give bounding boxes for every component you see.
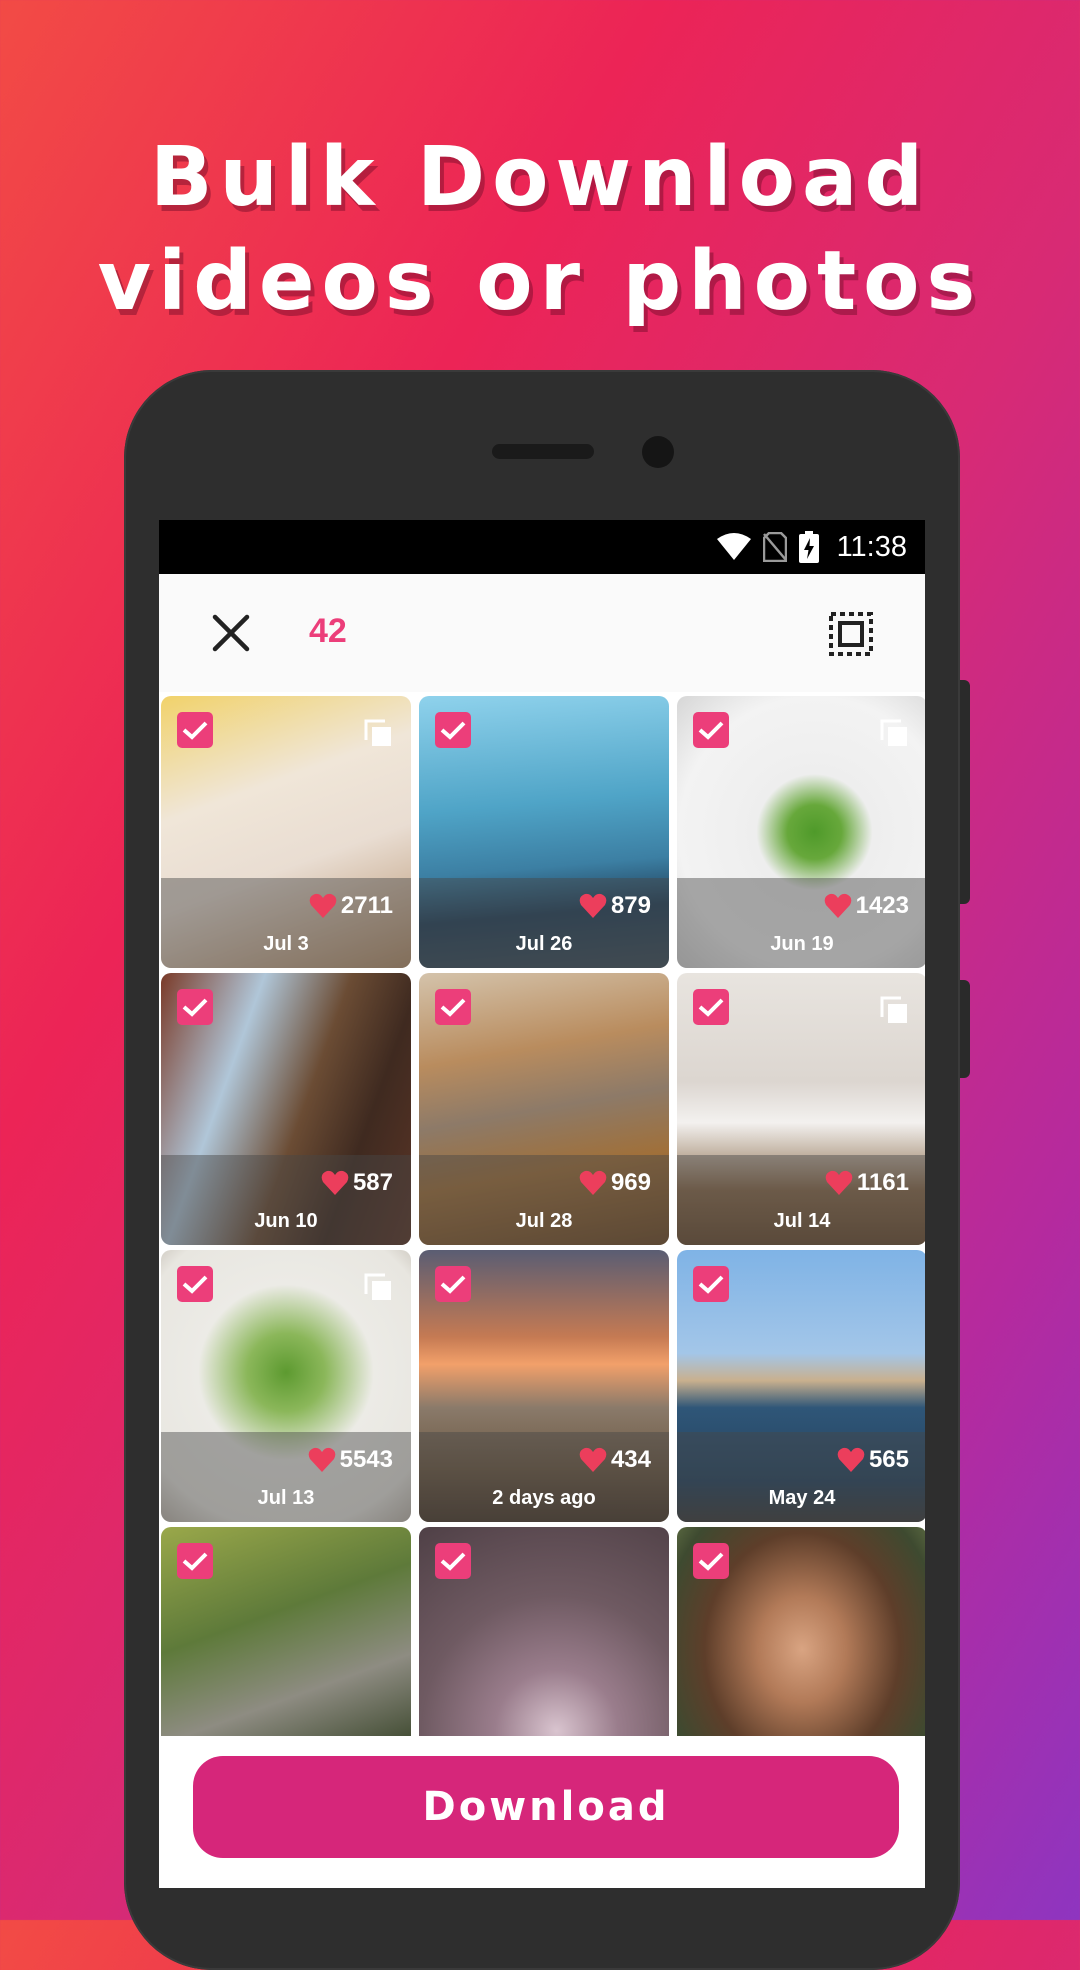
tile-date: 2 days ago (492, 1487, 596, 1509)
tile-likes: 1161 (825, 1169, 909, 1197)
media-grid: 2711 Jul 3 879 Jul 26 1423 Jun 19 587 Ju… (159, 692, 925, 1888)
close-icon[interactable] (209, 611, 253, 655)
multiple-media-icon (364, 1273, 391, 1300)
tile-likes-count: 1423 (855, 892, 909, 919)
tile-likes-count: 879 (610, 892, 651, 919)
selected-checkbox[interactable] (693, 1266, 729, 1302)
status-bar: 11:38 (159, 520, 925, 574)
headline-line-1: Bulk Download (149, 130, 931, 225)
phone-speaker (492, 444, 594, 459)
tile-likes-count: 5543 (339, 1446, 393, 1473)
check-icon (698, 998, 724, 1017)
selected-checkbox[interactable] (435, 712, 471, 748)
heart-icon (824, 893, 851, 918)
tile-date: Jun 10 (254, 1210, 318, 1232)
promo-headline: Bulk Download videos or photos (0, 126, 1080, 334)
selected-checkbox[interactable] (693, 989, 729, 1025)
heart-icon (579, 1170, 607, 1195)
media-tile[interactable]: 2711 Jul 3 (161, 696, 411, 968)
heart-icon (309, 893, 337, 918)
tile-date: Jul 3 (263, 933, 309, 955)
tile-date: Jul 14 (773, 1210, 831, 1232)
selected-checkbox[interactable] (693, 712, 729, 748)
select-all-icon[interactable] (827, 610, 875, 658)
media-tile[interactable]: 1423 Jun 19 (677, 696, 925, 968)
check-icon (698, 1552, 724, 1571)
selected-checkbox[interactable] (177, 1266, 213, 1302)
selected-checkbox[interactable] (177, 989, 213, 1025)
tile-likes: 565 (837, 1446, 909, 1474)
heart-icon (579, 1447, 607, 1472)
tile-likes: 5543 (308, 1446, 393, 1474)
check-icon (182, 721, 208, 740)
check-icon (440, 1275, 466, 1294)
tile-date: May 24 (768, 1487, 836, 1509)
headline-line-2: videos or photos (97, 234, 983, 329)
media-tile[interactable]: 969 Jul 28 (419, 973, 669, 1245)
multiple-media-icon (880, 996, 907, 1023)
check-icon (440, 998, 466, 1017)
tile-likes: 969 (579, 1169, 651, 1197)
status-time: 11:38 (836, 530, 907, 563)
media-tile[interactable]: 1161 Jul 14 (677, 973, 925, 1245)
heart-icon (308, 1447, 335, 1472)
tile-likes: 587 (321, 1169, 393, 1197)
no-sim-icon (762, 532, 787, 562)
selected-checkbox[interactable] (177, 712, 213, 748)
check-icon (440, 1552, 466, 1571)
selected-checkbox[interactable] (435, 989, 471, 1025)
download-bar: Download (159, 1736, 925, 1888)
tile-likes: 1423 (824, 892, 909, 920)
battery-charging-icon (798, 531, 819, 563)
tile-likes: 2711 (309, 892, 393, 920)
check-icon (182, 1275, 208, 1294)
heart-icon (579, 893, 607, 918)
phone-frame: 11:38 42 2711 Jul 3 879 Jul 26 1423 Jun … (124, 370, 960, 1970)
tile-date: Jul 13 (257, 1487, 315, 1509)
phone-camera (642, 436, 674, 468)
check-icon (440, 721, 466, 740)
heart-icon (837, 1447, 865, 1472)
check-icon (182, 998, 208, 1017)
multiple-media-icon (880, 719, 907, 746)
selected-checkbox[interactable] (177, 1543, 213, 1579)
tile-likes: 879 (579, 892, 651, 920)
selected-checkbox[interactable] (693, 1543, 729, 1579)
tile-date: Jun 19 (770, 933, 834, 955)
tile-likes-count: 565 (868, 1446, 909, 1473)
media-tile[interactable]: 565 May 24 (677, 1250, 925, 1522)
phone-screen: 11:38 42 2711 Jul 3 879 Jul 26 1423 Jun … (159, 520, 925, 1888)
check-icon (698, 721, 724, 740)
tile-likes-count: 434 (610, 1446, 651, 1473)
app-bar: 42 (159, 574, 925, 692)
media-tile[interactable]: 587 Jun 10 (161, 973, 411, 1245)
download-button[interactable]: Download (193, 1756, 899, 1858)
heart-icon (825, 1170, 853, 1195)
multiple-media-icon (364, 719, 391, 746)
wifi-icon (716, 533, 751, 560)
tile-likes: 434 (579, 1446, 651, 1474)
media-tile[interactable]: 434 2 days ago (419, 1250, 669, 1522)
tile-date: Jul 28 (515, 1210, 573, 1232)
tile-likes-count: 587 (352, 1169, 393, 1196)
selected-checkbox[interactable] (435, 1266, 471, 1302)
tile-likes-count: 969 (610, 1169, 651, 1196)
tile-likes-count: 2711 (340, 892, 393, 919)
selected-checkbox[interactable] (435, 1543, 471, 1579)
media-tile[interactable]: 879 Jul 26 (419, 696, 669, 968)
check-icon (698, 1275, 724, 1294)
check-icon (182, 1552, 208, 1571)
tile-likes-count: 1161 (856, 1169, 909, 1196)
selected-count: 42 (309, 612, 347, 650)
media-tile[interactable]: 5543 Jul 13 (161, 1250, 411, 1522)
tile-date: Jul 26 (515, 933, 573, 955)
heart-icon (321, 1170, 349, 1195)
